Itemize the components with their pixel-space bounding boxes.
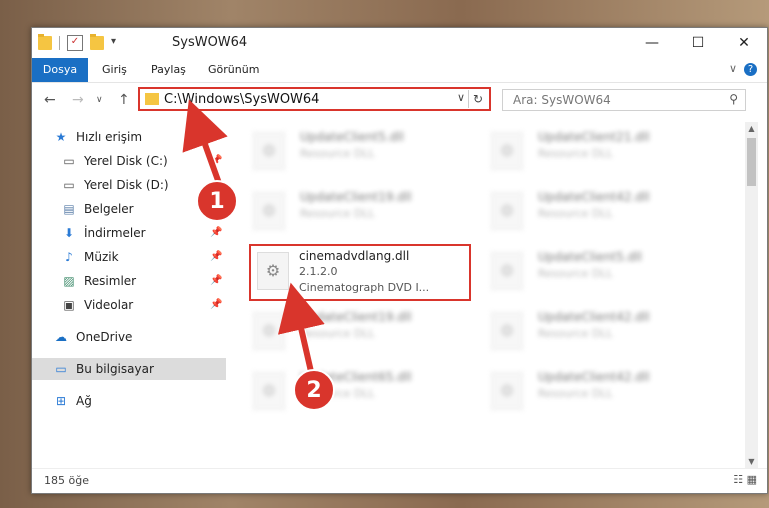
- annotation-arrows: [182, 99, 325, 378]
- step-marker-2: 2: [293, 369, 335, 411]
- arrow-1: [182, 99, 228, 188]
- arrow-2: [277, 282, 325, 377]
- step-marker-1: 1: [196, 180, 238, 222]
